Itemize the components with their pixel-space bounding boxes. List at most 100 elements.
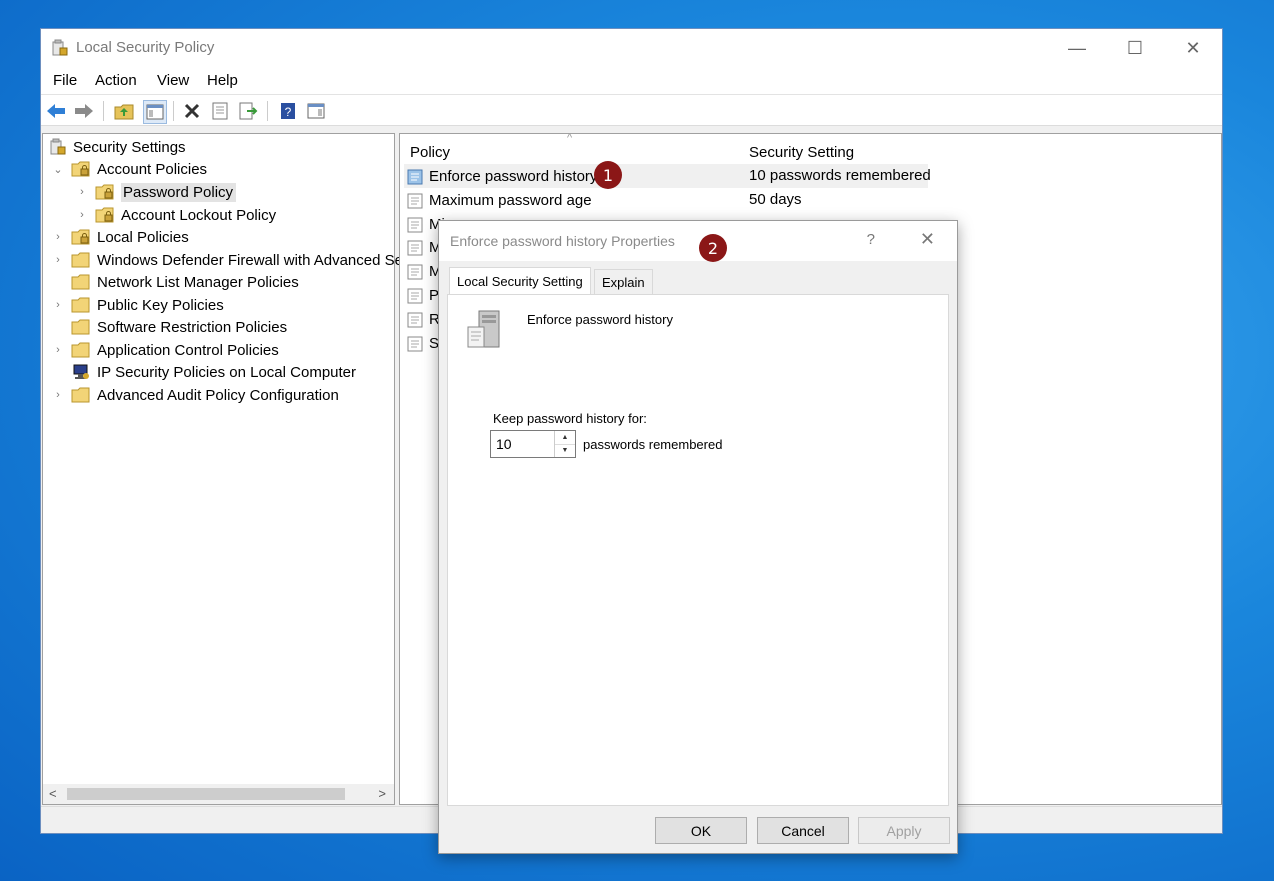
policy-name: Enforce password history [429, 168, 598, 185]
tree-item-advanced-audit[interactable]: Advanced Audit Policy Configuration [71, 384, 339, 406]
tab-explain[interactable]: Explain [594, 269, 653, 294]
expand-chevron-icon[interactable]: › [53, 249, 63, 271]
close-button[interactable]: ✕ [1164, 29, 1222, 67]
tree-item-label: IP Security Policies on Local Computer [97, 363, 357, 381]
up-folder-icon[interactable] [113, 100, 135, 122]
toolbar-separator [267, 101, 268, 121]
tree-item-label: Public Key Policies [97, 296, 224, 314]
policy-setting-icon [407, 264, 423, 279]
sort-indicator-icon: ^ [567, 133, 573, 144]
scroll-left-icon[interactable]: < [49, 786, 57, 801]
tree-item-label: Advanced Audit Policy Configuration [97, 386, 339, 404]
tree-item-network-list-manager[interactable]: Network List Manager Policies [71, 271, 299, 293]
back-icon[interactable] [45, 100, 67, 122]
menu-view[interactable]: View [157, 72, 189, 89]
tree-item-label: Network List Manager Policies [97, 273, 299, 291]
window-title: Local Security Policy [76, 39, 215, 56]
properties-dialog: Enforce password history Properties ? ✕ … [438, 220, 958, 854]
horizontal-scrollbar[interactable]: < > [43, 784, 394, 804]
expand-chevron-icon[interactable]: › [77, 204, 87, 226]
help-icon[interactable]: ? [277, 100, 299, 122]
policy-name: Maximum password age [429, 192, 592, 209]
menu-file[interactable]: File [53, 72, 77, 89]
tree-pane: Security Settings ⌄ Account Policies › P… [42, 133, 410, 805]
list-item-enforce-password-history[interactable]: Enforce password history [406, 165, 597, 188]
policy-name-label: Enforce password history [527, 312, 673, 327]
expand-chevron-icon[interactable]: › [77, 181, 87, 203]
show-hide-tree-icon[interactable] [143, 100, 167, 124]
policy-setting-icon [407, 193, 423, 208]
expand-chevron-icon[interactable]: › [53, 294, 63, 316]
history-count-stepper[interactable]: 10 ▲ ▼ [490, 430, 576, 458]
menu-bar: File Action View Help [41, 67, 1222, 94]
expand-chevron-icon[interactable]: › [53, 226, 63, 248]
folder-lock-icon [71, 229, 90, 245]
folder-icon [71, 252, 90, 268]
list-item-maximum-password-age[interactable]: Maximum password age [406, 189, 592, 212]
list-item[interactable]: M [406, 260, 442, 283]
minimize-button[interactable]: — [1048, 29, 1106, 67]
unit-label: passwords remembered [583, 437, 723, 452]
collapse-chevron-icon[interactable]: ⌄ [53, 158, 63, 180]
tree-item-windows-defender-firewall[interactable]: Windows Defender Firewall with Advanced … [71, 249, 410, 271]
server-policy-icon [467, 310, 500, 348]
menu-action[interactable]: Action [95, 72, 137, 89]
action-pane-icon[interactable] [305, 100, 327, 122]
tree-root-label: Security Settings [73, 138, 186, 156]
dialog-title: Enforce password history Properties [450, 233, 675, 249]
policy-setting-icon [407, 312, 423, 327]
expand-chevron-icon[interactable]: › [53, 384, 63, 406]
column-header-security-setting[interactable]: Security Setting [749, 144, 854, 161]
tree-item-label: Local Policies [97, 228, 189, 246]
maximize-button[interactable]: ☐ [1106, 29, 1164, 67]
history-count-value[interactable]: 10 [496, 436, 512, 452]
forward-icon[interactable] [73, 100, 95, 122]
tree-item-ip-security[interactable]: IP Security Policies on Local Computer [71, 361, 356, 383]
apply-button[interactable]: Apply [858, 817, 950, 844]
tree-root[interactable]: Security Settings [49, 136, 186, 158]
toolbar-separator [103, 101, 104, 121]
policy-setting-icon [407, 169, 423, 184]
delete-icon[interactable] [181, 100, 203, 122]
tree-item-application-control[interactable]: Application Control Policies [71, 339, 279, 361]
dialog-title-bar[interactable]: Enforce password history Properties ? ✕ [439, 221, 957, 261]
tab-panel: Enforce password history Keep password h… [447, 294, 949, 806]
folder-lock-icon [95, 207, 114, 223]
tree-item-label: Software Restriction Policies [97, 318, 288, 336]
field-label: Keep password history for: [493, 411, 647, 426]
scroll-right-icon[interactable]: > [378, 786, 386, 801]
tree-item-label: Windows Defender Firewall with Advanced … [97, 251, 411, 269]
tree-item-public-key-policies[interactable]: Public Key Policies [71, 294, 224, 316]
policy-setting-icon [407, 217, 423, 232]
list-item[interactable]: M [406, 236, 442, 259]
security-settings-icon [50, 138, 66, 155]
tree-item-account-policies[interactable]: Account Policies [71, 158, 207, 180]
tab-local-security-setting[interactable]: Local Security Setting [449, 267, 591, 295]
tree-item-local-policies[interactable]: Local Policies [71, 226, 189, 248]
properties-icon[interactable] [209, 100, 231, 122]
ok-button[interactable]: OK [655, 817, 747, 844]
tree-item-account-lockout-policy[interactable]: Account Lockout Policy [95, 204, 276, 226]
cancel-button[interactable]: Cancel [757, 817, 849, 844]
help-button[interactable]: ? [867, 231, 875, 248]
title-bar[interactable]: Local Security Policy — ☐ ✕ [41, 29, 1222, 67]
export-list-icon[interactable] [237, 100, 259, 122]
tree-item-password-policy[interactable]: Password Policy [95, 181, 237, 203]
tree-item-label: Application Control Policies [97, 341, 279, 359]
toolbar-separator [173, 101, 174, 121]
security-setting-value: 50 days [749, 191, 802, 208]
stepper-arrows: ▲ ▼ [554, 431, 575, 457]
svg-text:?: ? [285, 105, 292, 119]
scrollbar-thumb[interactable] [67, 788, 345, 800]
folder-icon [71, 274, 90, 290]
stepper-down-icon[interactable]: ▼ [555, 444, 575, 457]
expand-chevron-icon[interactable]: › [53, 339, 63, 361]
dialog-close-button[interactable]: ✕ [920, 229, 935, 250]
stepper-up-icon[interactable]: ▲ [555, 431, 575, 445]
folder-lock-icon [95, 184, 114, 200]
tree-item-software-restriction[interactable]: Software Restriction Policies [71, 316, 287, 338]
column-header-policy[interactable]: Policy [410, 144, 450, 161]
toolbar: ? [41, 94, 1222, 126]
policy-setting-icon [407, 336, 423, 351]
menu-help[interactable]: Help [207, 72, 238, 89]
